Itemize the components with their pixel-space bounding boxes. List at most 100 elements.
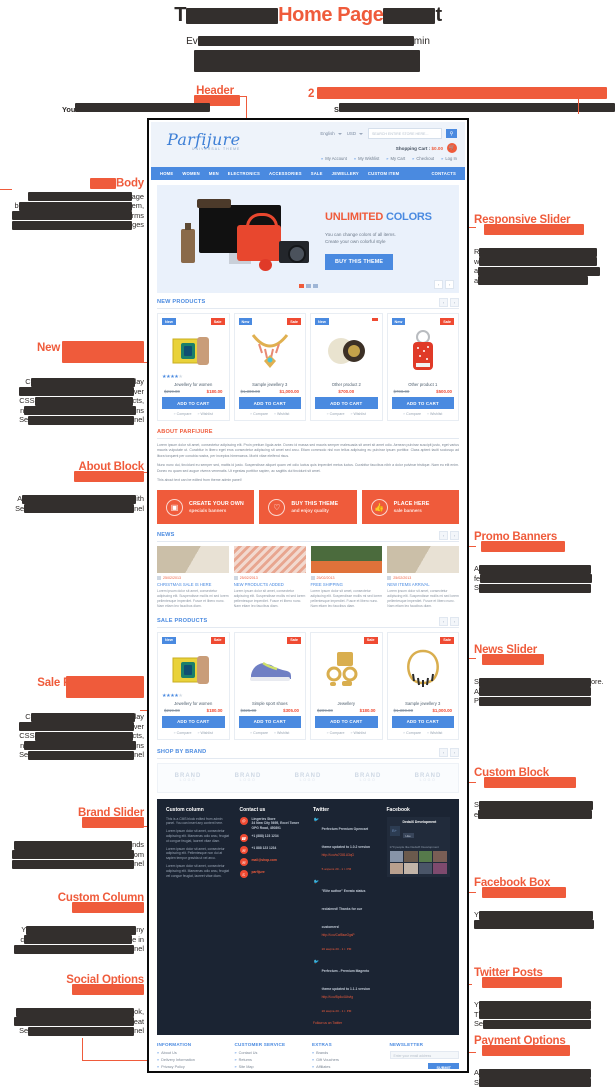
follow-us-link[interactable]: Follow us on Twitter — [313, 1021, 377, 1025]
footer-link-about-us[interactable]: About Us — [157, 1051, 227, 1055]
search-input[interactable]: SEARCH ENTIRE STORE HERE... — [368, 128, 442, 139]
brand-logo[interactable]: BRAND LOGO — [278, 764, 338, 792]
news-title[interactable]: NEW PRODUCTS ADDED — [234, 582, 306, 587]
product-card[interactable]: New Other product 2 $700.00 ADD TO CART … — [310, 313, 383, 421]
add-to-cart-button[interactable]: ADD TO CART — [238, 397, 301, 409]
compare-link[interactable]: Compare — [403, 412, 421, 416]
news-next[interactable]: › — [450, 531, 459, 541]
nav-item-accessories[interactable]: ACCESSORIES — [269, 171, 302, 176]
footer-link-returns[interactable]: Returns — [235, 1058, 305, 1062]
nav-item-home[interactable]: HOME — [160, 171, 173, 176]
product-card[interactable]: New Sale Other product 1 $700.00 $500.00 … — [386, 313, 459, 421]
tweet-link[interactable]: http://t.co/w7O81U3qG — [322, 853, 377, 857]
contact-email-text[interactable]: mail@shop.com — [252, 858, 277, 863]
slider-prev-button[interactable]: ‹ — [434, 280, 443, 289]
wishlist-link[interactable]: Wishlist — [427, 731, 442, 735]
footer-link-site-map[interactable]: Site Map — [235, 1065, 305, 1069]
promo-banner[interactable]: ▣ CREATE YOUR OWN specials banners — [157, 490, 255, 525]
brand-logo[interactable]: BRAND LOGO — [338, 764, 398, 792]
add-to-cart-button[interactable]: ADD TO CART — [315, 397, 378, 409]
product-name[interactable]: Other product 2 — [315, 382, 378, 387]
news-title[interactable]: FREE SHIPPING — [311, 582, 383, 587]
news-item[interactable]: 25/02/2013 NEW PRODUCTS ADDED Lorem ipsu… — [233, 546, 306, 608]
footer-link-privacy-policy[interactable]: Privacy Policy — [157, 1065, 227, 1069]
brands-prev[interactable]: ‹ — [439, 747, 448, 757]
compare-link[interactable]: Compare — [174, 731, 192, 735]
search-button[interactable]: ⚲ — [446, 129, 457, 138]
slider-dot-2[interactable] — [305, 284, 311, 288]
product-card[interactable]: Sale Sample jewellery 3 $1,300.00 $1,000.… — [386, 631, 459, 740]
wishlist-link[interactable]: Wishlist — [427, 412, 442, 416]
newsletter-email-input[interactable]: Enter your email address — [389, 1050, 459, 1059]
slider-next-button[interactable]: › — [445, 280, 454, 289]
contact-skype[interactable]: Sparfijure — [239, 870, 304, 879]
product-card[interactable]: Sale Jewellery $209.00 $180.00 ADD TO CAR… — [310, 631, 383, 740]
nav-item-custom-item[interactable]: CUSTOM ITEM — [368, 171, 399, 176]
brand-logo[interactable]: BRAND LOGO — [398, 764, 458, 792]
add-to-cart-button[interactable]: ADD TO CART — [162, 397, 225, 409]
header-link-log-in[interactable]: Log In — [441, 156, 457, 161]
sale-products-prev[interactable]: ‹ — [439, 616, 448, 626]
news-item[interactable]: 25/02/2013 NEW ITEMS ARRIVAL Lorem ipsum… — [387, 546, 459, 608]
news-prev[interactable]: ‹ — [439, 531, 448, 541]
new-products-next[interactable]: › — [450, 298, 459, 307]
product-name[interactable]: Sample jewellery 3 — [239, 382, 302, 387]
product-name[interactable]: Jewellery — [315, 701, 378, 706]
wishlist-link[interactable]: Wishlist — [197, 731, 212, 735]
contact-email[interactable]: ✉ mail@shop.com — [239, 858, 304, 867]
contact-skype-text[interactable]: parfijure — [252, 870, 265, 875]
news-item[interactable]: 25/02/2013 FREE SHIPPING Lorem ipsum dol… — [310, 546, 383, 608]
compare-link[interactable]: Compare — [174, 412, 192, 416]
brands-next[interactable]: › — [450, 747, 459, 757]
footer-link-brands[interactable]: Brands — [312, 1051, 382, 1055]
news-item[interactable]: 25/02/2013 CHRISTMAS SALE IS HERE Lorem … — [157, 546, 229, 608]
footer-link-delivery-information[interactable]: Delivery Information — [157, 1058, 227, 1062]
compare-link[interactable]: Compare — [327, 731, 345, 735]
nav-item-electronics[interactable]: ELECTRONICS — [228, 171, 260, 176]
add-to-cart-button[interactable]: ADD TO CART — [315, 715, 378, 728]
product-name[interactable]: Jewellery for women — [162, 701, 225, 706]
newsletter-submit-button[interactable]: SUBMIT — [428, 1062, 459, 1069]
product-name[interactable]: Sample jewellery 3 — [392, 701, 455, 706]
wishlist-link[interactable]: Wishlist — [274, 412, 289, 416]
new-products-prev[interactable]: ‹ — [439, 298, 448, 307]
nav-item-men[interactable]: MEN — [209, 171, 219, 176]
slider-dot-3[interactable] — [312, 284, 318, 288]
site-logo[interactable]: Parfijure UNIVERSAL THEME — [167, 130, 240, 151]
product-name[interactable]: Other product 1 — [392, 382, 455, 387]
product-card[interactable]: Sale Simple sport shoes $325.00 $305.00 A… — [233, 631, 306, 740]
brand-logo[interactable]: BRAND LOGO — [158, 764, 218, 792]
nav-item-contacts[interactable]: CONTACTS — [431, 171, 456, 176]
product-name[interactable]: Simple sport shoes — [239, 701, 302, 706]
news-title[interactable]: NEW ITEMS ARRIVAL — [387, 582, 459, 587]
language-select[interactable]: English — [320, 131, 342, 136]
footer-link-gift-vouchers[interactable]: Gift Vouchers — [312, 1058, 382, 1062]
footer-link-affiliates[interactable]: Affiliates — [312, 1065, 382, 1069]
tweet-link[interactable]: http://t.co/Bp4u4Ubvlg — [322, 995, 377, 999]
add-to-cart-button[interactable]: ADD TO CART — [391, 715, 454, 728]
sale-products-next[interactable]: › — [450, 616, 459, 626]
shopping-cart[interactable]: Shopping Cart : $0.00 🛒 — [396, 143, 457, 153]
footer-link-contact-us[interactable]: Contact Us — [235, 1051, 305, 1055]
tweet-link[interactable]: http://t.co/CafBswOgsP — [322, 933, 377, 937]
nav-item-jewellery[interactable]: JEWELLERY — [332, 171, 359, 176]
wishlist-link[interactable]: Wishlist — [197, 412, 212, 416]
product-name[interactable]: Jewellery for women — [162, 382, 225, 387]
promo-banner[interactable]: 👍 PLACE HERE sale banners — [361, 490, 459, 525]
compare-link[interactable]: Compare — [403, 731, 421, 735]
compare-link[interactable]: Compare — [327, 412, 345, 416]
product-card[interactable]: New Sale Sample jewellery 3 $1,300.00 $1,… — [233, 313, 306, 421]
promo-banner[interactable]: ♡ BUY THIS THEME and enjoy quality — [259, 490, 357, 525]
news-title[interactable]: CHRISTMAS SALE IS HERE — [157, 582, 229, 587]
add-to-cart-button[interactable]: ADD TO CART — [162, 715, 225, 728]
header-link-my-cart[interactable]: My Cart — [386, 156, 406, 161]
add-to-cart-button[interactable]: ADD TO CART — [238, 715, 301, 728]
product-card[interactable]: New Sale ★★★★★ Jewellery for women $219.… — [157, 631, 230, 740]
currency-select[interactable]: USD — [347, 131, 363, 136]
compare-link[interactable]: Compare — [250, 731, 268, 735]
wishlist-link[interactable]: Wishlist — [350, 731, 365, 735]
wishlist-link[interactable]: Wishlist — [350, 412, 365, 416]
header-link-checkout[interactable]: Checkout — [412, 156, 434, 161]
nav-item-women[interactable]: WOMEN — [182, 171, 200, 176]
brand-logo[interactable]: BRAND LOGO — [218, 764, 278, 792]
